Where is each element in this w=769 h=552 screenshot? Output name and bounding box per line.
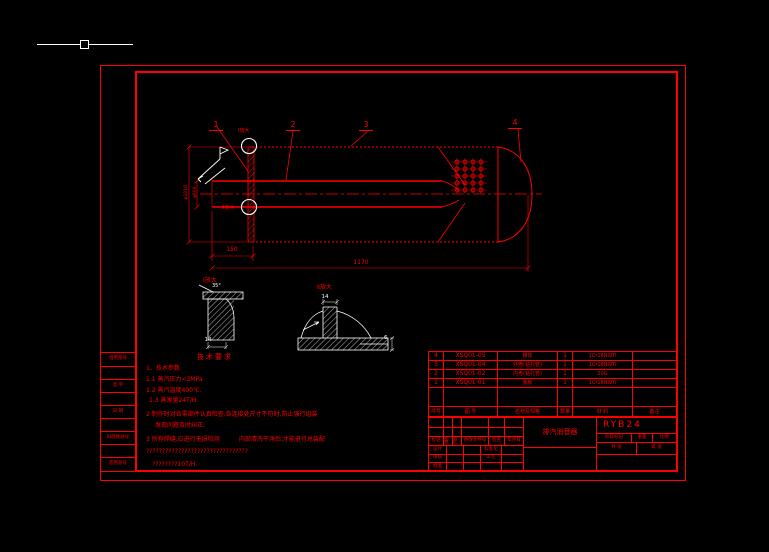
sign-row: 设计 标准化 [429,446,523,455]
tech-req-line7b: 内部清洗干净后,才能进行总装配 [239,436,325,443]
bom-table: 4 XSQ01-05 锥体 1 1Cr18Ni9Ti 3 XSQ01-04 外壳… [428,351,677,417]
dim-150: 150 [226,246,238,253]
revision-header-row: 标记 处数 分区 更改文件号 签名 年月日 [429,437,523,446]
detail1-angle: 35° [212,283,221,289]
title-block: 标记 处数 分区 更改文件号 签名 年月日 设计 标准化 审核 工艺 批准 排汽… [428,417,677,472]
bom-row: 1 XSQ01-01 底板 1 1Cr18Ni9Ti [429,379,676,388]
tech-req-line4: 1.3 蒸发量24T/H. [149,397,199,404]
detail2-title: Ⅱ放大 [317,284,332,291]
revision-grid: 标记 处数 分区 更改文件号 签名 年月日 设计 标准化 审核 工艺 批准 [429,418,524,471]
margin-row: 底图总号 [109,460,127,466]
sign-row: 审核 工艺 [429,455,523,463]
margin-table: 借用图号 签 字 日 期 旧底图总号 底图总号 [100,352,136,472]
stage-label-row: 阶段标记 重量 比例 [597,434,676,443]
drawing-number-area: RYB24 阶段标记 重量 比例 共 张 第 张 [597,418,676,471]
margin-row: 签 字 [112,382,124,388]
bom-row: 2 XSQ01-02 内壳(钻孔管) 1 20G [429,370,676,379]
balloon-3: 3 [359,120,373,131]
detail2-thickness: 6 [384,335,388,341]
balloon-2: 2 [286,120,300,131]
tech-req-line8: ???????????????????????????????? [146,448,248,455]
sheet-label-row: 共 张 第 张 [597,443,676,455]
vessel-outline [200,146,542,243]
tech-req-line9: ????????10T/H. [152,461,198,468]
weld-symbol [197,146,230,185]
tech-req-line2: 1.1 蒸汽压力<3MPa [146,376,203,383]
balloon-1: 1 [209,120,223,131]
sign-row: 批准 [429,463,523,471]
balloon-4: 4 [508,118,522,129]
dim-dia-pipe: φ609 [192,186,198,199]
tech-req-line1: 1、技术参数 [146,365,180,372]
bom-empty-row [429,388,676,407]
tech-req-line3: 1.2 蒸汽温度400℃. [146,387,202,394]
cad-canvas[interactable]: 1 2 3 4 Ⅰ放大 Ⅱ放大 150 1170 φ1018 φ609 Ⅰ放大 … [0,0,769,552]
tech-req-line7a: 3 所有焊缝,应进行无损检测 [146,436,220,443]
tech-req-line6: 发现问题及时纠正; [155,422,206,429]
margin-row [101,445,135,457]
margin-row: 借用图号 [109,356,127,362]
drawing-title: 排汽消音器 [542,428,578,436]
callout-label-1: Ⅰ放大 [238,128,250,134]
detail-view-2 [297,299,395,353]
drill-hole-grid [450,158,488,194]
tech-req-title: 技术要求 [197,353,233,361]
dim-dia-shell: φ1018 [183,185,189,200]
grip-handle[interactable] [80,40,89,49]
callout-label-2: Ⅱ放大 [222,205,235,211]
bom-row: 4 XSQ01-05 锥体 1 1Cr18Ni9Ti [429,352,676,361]
margin-row: 旧底图总号 [106,434,130,440]
drawing-number: RYB24 [603,420,642,430]
balloon-leaders [216,126,522,181]
margin-row [101,367,135,379]
margin-row [101,393,135,405]
detail2-dim: 14 [321,294,329,300]
bom-header-row: 件号 图 号 名称及规格 数量 材 料 备注 [429,407,676,417]
drawing-title-area: 排汽消音器 [524,418,597,471]
dim-1170: 1170 [353,259,369,266]
bom-row: 3 XSQ01-04 外壳(钻孔管) 1 1Cr18Ni9Ti [429,361,676,370]
margin-row: 日 期 [112,408,124,414]
detail1-dim: 14 [204,337,212,343]
margin-row [101,419,135,431]
tech-req-line5: 2 制作时对各零部件认真检查,各连接处尺寸不符时,防止强行组装 [146,411,318,418]
